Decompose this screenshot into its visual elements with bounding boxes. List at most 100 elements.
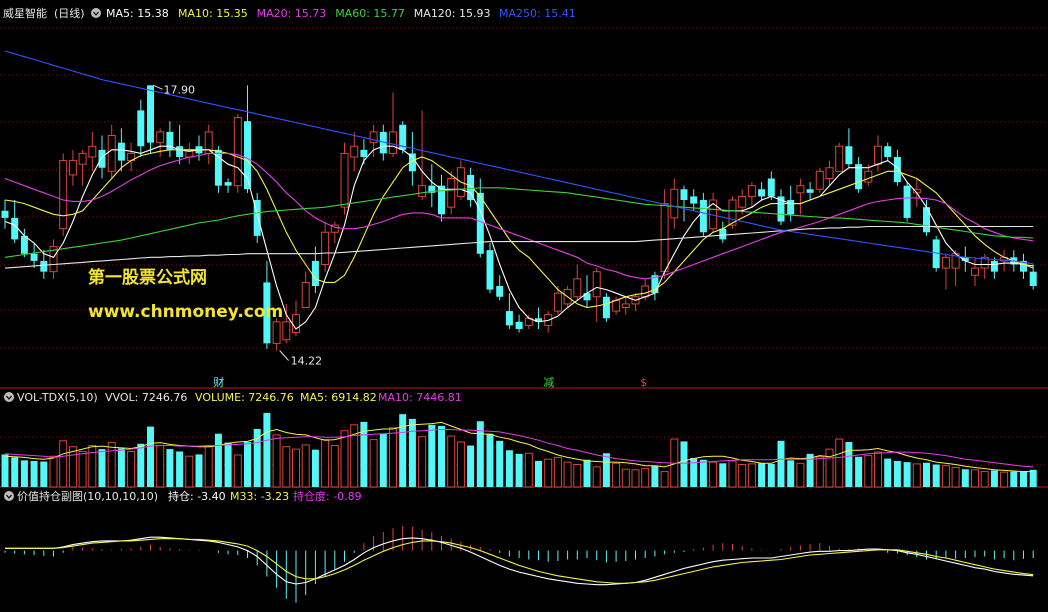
volume-bar-up	[272, 434, 281, 488]
volume-bar-up	[292, 448, 300, 488]
candle-body-down	[515, 321, 523, 329]
candle-body-up	[68, 160, 77, 176]
volume-bar-up	[185, 455, 194, 488]
candle-body-up	[592, 271, 601, 298]
candle-body-up	[825, 167, 834, 179]
volume-bar-up	[980, 471, 989, 488]
candle-body-down	[476, 192, 484, 254]
candle-body-up	[107, 135, 116, 172]
candle-body-down	[98, 149, 106, 168]
volume-bar-down	[845, 441, 853, 487]
candle-body-down	[176, 146, 184, 157]
candle-body-down	[884, 146, 892, 157]
event-marker: 财	[213, 375, 224, 389]
candle-body-up	[796, 185, 805, 194]
volume-bar-up	[59, 440, 68, 488]
stock-chart[interactable]: 17.90 14.22 财 减 $ 第一股票公式网 www.chnmoney.com 威…	[0, 0, 1048, 612]
volume-bar-down	[496, 440, 504, 487]
volume-bar-down	[486, 433, 494, 487]
volume-bar-down	[505, 450, 513, 487]
candle-body-up	[874, 145, 882, 165]
volume-bar-down	[923, 462, 930, 487]
volume-bar-up	[738, 463, 747, 488]
candle-body-up	[88, 145, 97, 158]
event-marker: 减	[543, 376, 554, 389]
ma-legend-item: MA10: 15.35	[178, 7, 248, 20]
dropdown-icon[interactable]	[91, 8, 101, 18]
candle-body-down	[903, 185, 911, 218]
position-dropdown-icon[interactable]	[4, 491, 14, 501]
candle-body-down	[719, 228, 727, 240]
volume-bar-down	[583, 459, 591, 487]
degree-label: 持仓度: -0.89	[293, 489, 362, 503]
candle-body-down	[1, 210, 9, 218]
candle-body-down	[583, 293, 591, 301]
volume-bar-down	[1, 454, 9, 487]
volume-bar-down	[515, 453, 523, 487]
candle-body-up	[301, 281, 310, 308]
volume-bar-up	[796, 462, 805, 488]
candle-body-down	[438, 185, 445, 215]
volume-bar-up	[951, 466, 960, 488]
candle-body-down	[486, 250, 494, 290]
low-label: 14.22	[291, 355, 323, 368]
volume-bar-up	[524, 452, 533, 488]
volume-bar-up	[78, 450, 87, 488]
volume-bar-up	[301, 444, 310, 488]
candle-body-down	[845, 146, 853, 165]
volume-bar-up	[68, 446, 77, 488]
position-header: 价值持仓副图(10,10,10,10) 持仓: -3.40 M33: -3.23…	[4, 489, 362, 503]
volume-bar-down	[699, 459, 707, 487]
volume-bar-down	[651, 465, 659, 487]
ma-legend-item: MA120: 15.93	[414, 7, 491, 20]
volume-bar-down	[379, 433, 387, 487]
candle-body-up	[747, 185, 756, 197]
candle-body-up	[350, 145, 359, 158]
volume-bar-up	[282, 446, 291, 488]
volume-bar-up	[553, 456, 562, 488]
volume-bar-up	[544, 458, 553, 488]
volume-bar-down	[263, 412, 271, 487]
volume-bar-down	[40, 461, 48, 487]
candle-body-down	[137, 110, 145, 147]
volume-bar-down	[399, 414, 407, 487]
volume-bar-down	[1010, 471, 1018, 487]
position-title: 价值持仓副图(10,10,10,10)	[17, 489, 158, 503]
volume-bar-down	[467, 445, 475, 487]
volume-bar-up	[641, 468, 650, 488]
candle-body-down	[30, 253, 38, 261]
volume-bar-up	[660, 471, 669, 488]
volume-bar-up	[340, 430, 349, 488]
volume-bar-up	[612, 462, 621, 488]
hold-label: 持仓: -3.40	[168, 489, 226, 503]
volume-header: VOL-TDX(5,10) VVOL: 7246.76 VOLUME: 7246…	[4, 391, 462, 404]
candle-body-up	[573, 278, 582, 298]
volume-bar-up	[456, 441, 465, 488]
candle-body-up	[864, 170, 873, 183]
period-label: (日线)	[54, 6, 85, 20]
m33-label: M33: -3.23	[230, 490, 289, 503]
volume-bar-up	[321, 439, 330, 488]
volume-bar-down	[602, 453, 610, 487]
volume-bar-down	[758, 463, 766, 487]
candle-body-up	[233, 117, 242, 187]
volume-bar-down	[535, 460, 542, 487]
volume-bar-down	[855, 456, 863, 487]
candle-body-down	[496, 286, 504, 297]
candle-body-down	[806, 189, 814, 193]
volume-bar-up	[447, 435, 456, 488]
volume-bar-up	[592, 466, 601, 488]
volume-bar-up	[573, 463, 582, 488]
volume-bar-down	[98, 449, 106, 487]
volume-bar-down	[767, 463, 775, 487]
candle-body-up	[321, 231, 330, 265]
volume-bar-up	[233, 454, 242, 488]
candle-body-down	[680, 189, 688, 200]
volume-bar-down	[903, 462, 911, 487]
volume-dropdown-icon[interactable]	[4, 392, 14, 402]
volume-bar-down	[884, 458, 892, 487]
volume-bar-up	[941, 465, 950, 488]
candle-body-down	[360, 149, 368, 157]
volume-bar-down	[1029, 469, 1037, 487]
candle-body-up	[447, 178, 456, 208]
